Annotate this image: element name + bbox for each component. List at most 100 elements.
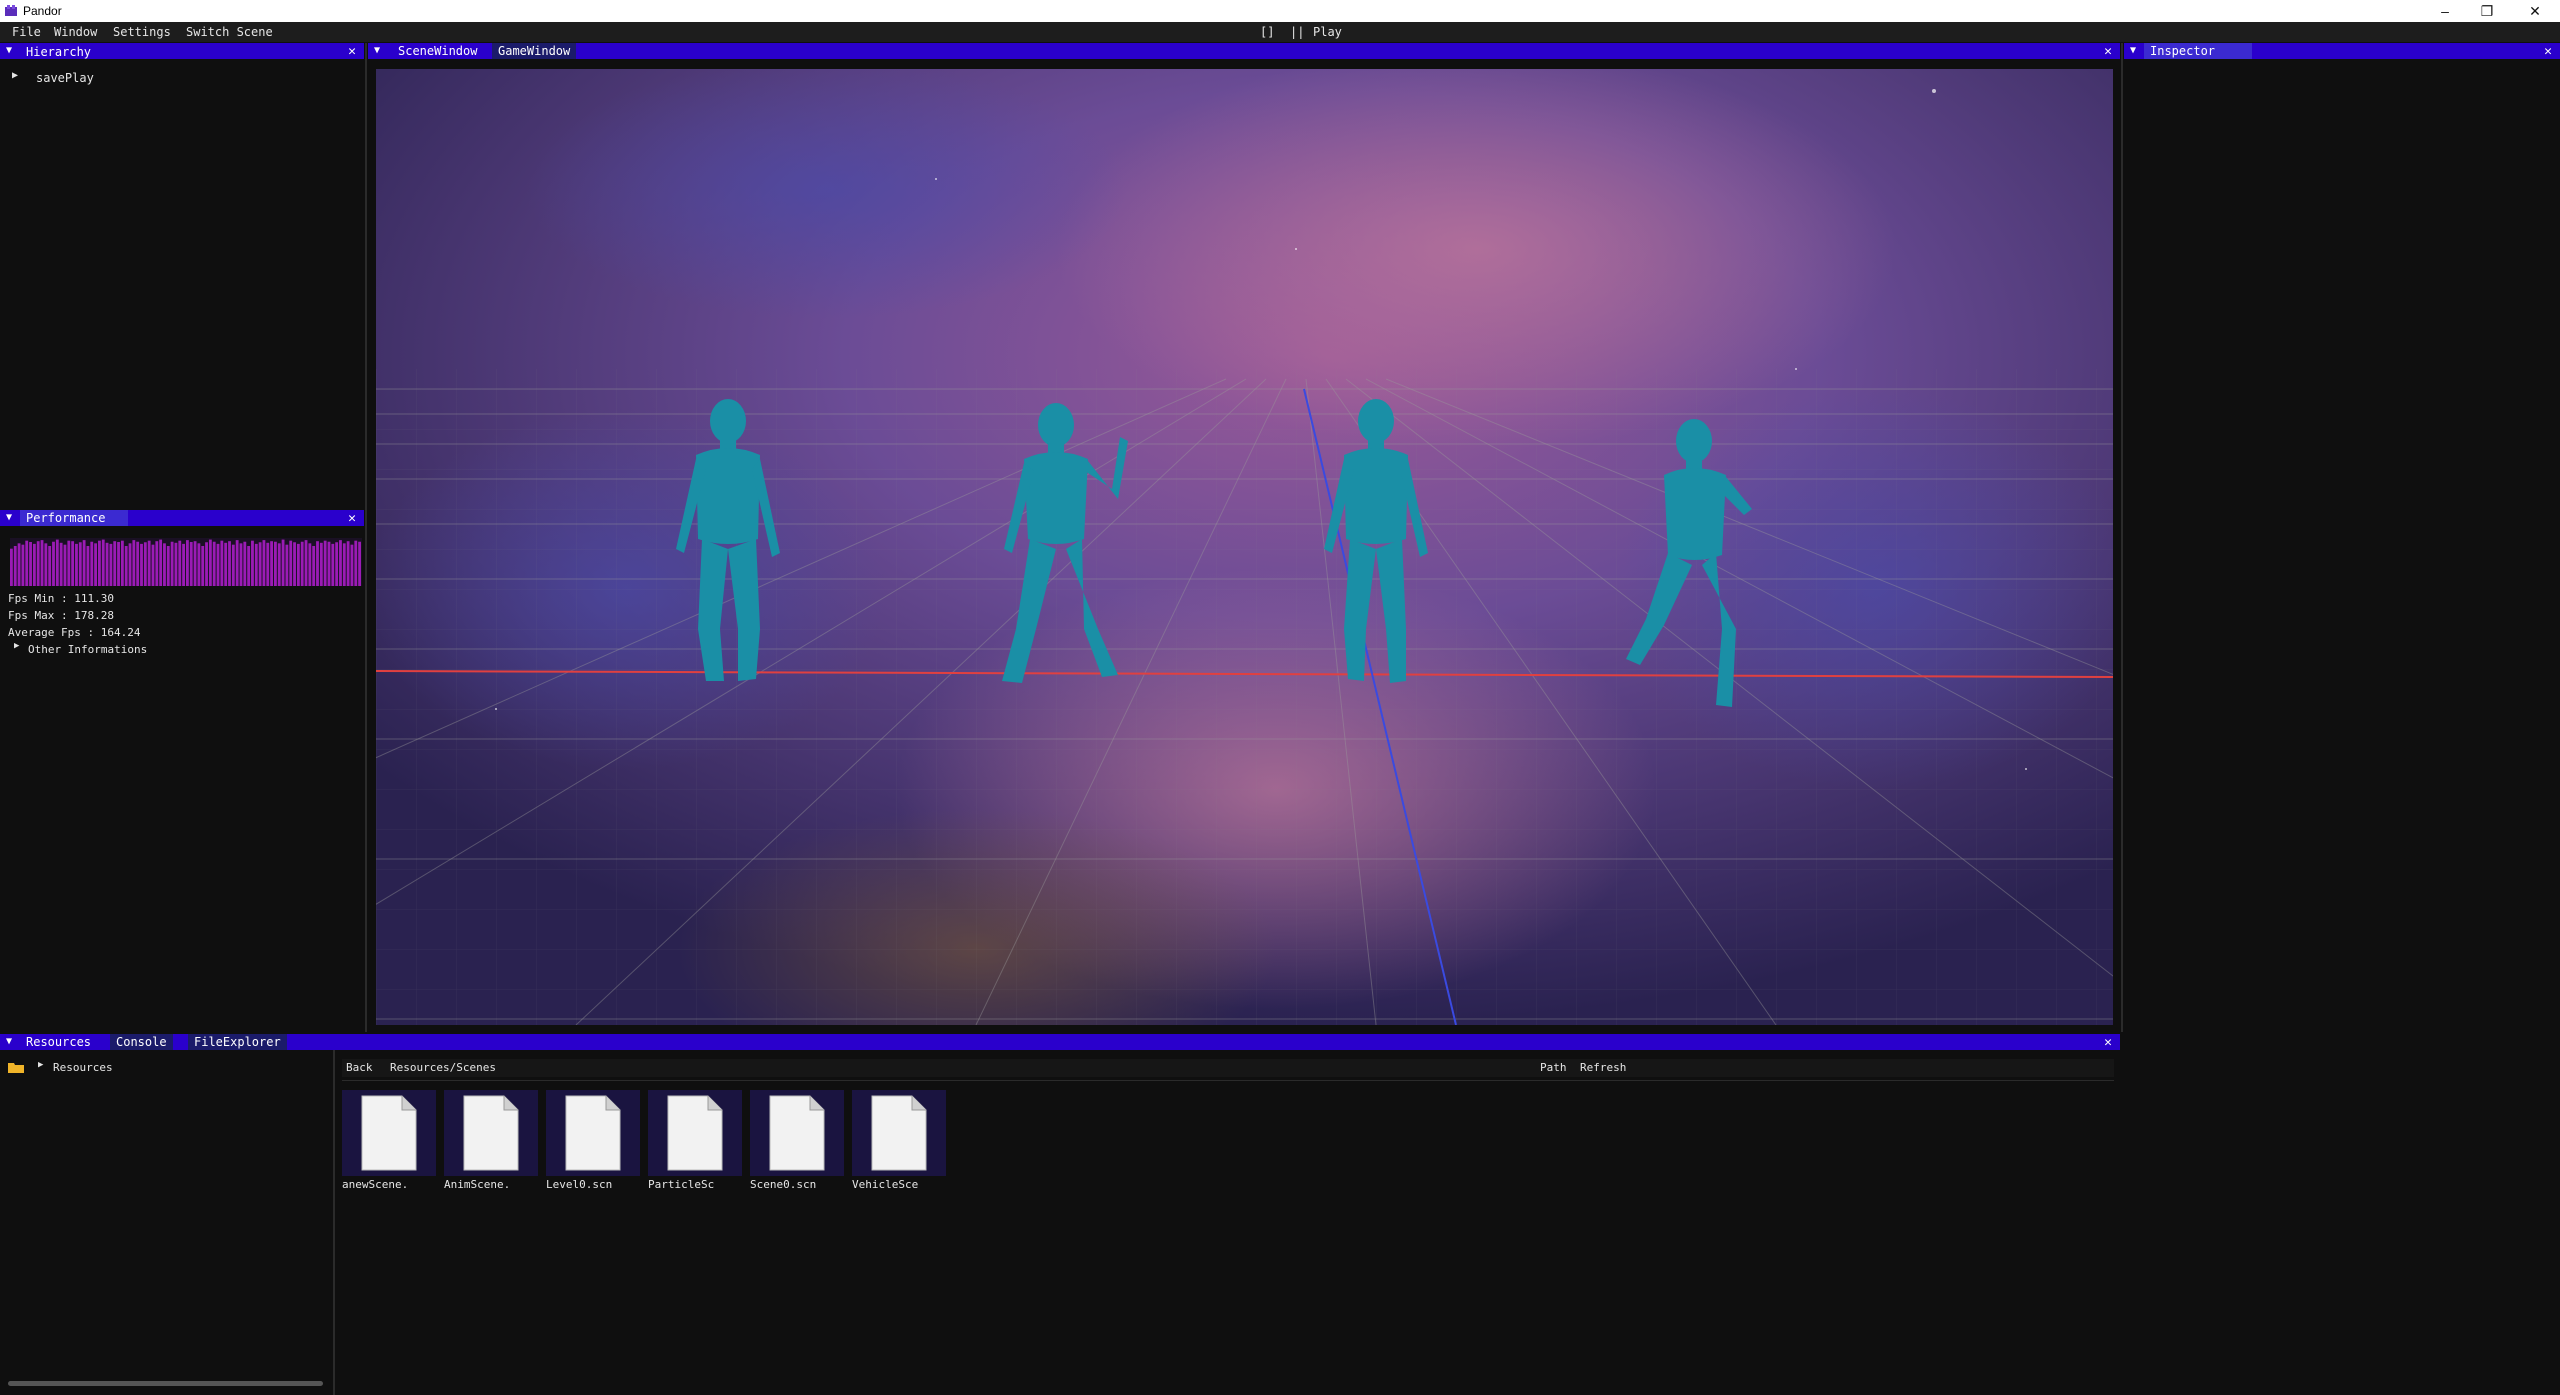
close-icon[interactable]: ✕ xyxy=(348,44,356,59)
close-icon[interactable]: ✕ xyxy=(2104,1035,2112,1050)
fps-bar xyxy=(29,542,32,586)
refresh-button[interactable]: Refresh xyxy=(1580,1061,1626,1074)
minimize-button[interactable]: – xyxy=(2425,1,2465,21)
close-icon[interactable]: ✕ xyxy=(348,511,356,526)
fps-bar xyxy=(182,543,185,586)
collapse-icon[interactable]: ▼ xyxy=(2130,45,2136,56)
menu-file[interactable]: File xyxy=(12,25,41,39)
file-name: anewScene. xyxy=(342,1178,409,1191)
fps-bar xyxy=(289,540,293,586)
splitter[interactable] xyxy=(333,1050,335,1395)
fps-bar xyxy=(274,541,277,586)
file-tile[interactable]: Scene0.scn xyxy=(750,1090,846,1191)
menu-window[interactable]: Window xyxy=(54,25,97,39)
fps-bar xyxy=(105,542,109,586)
fps-bar xyxy=(25,540,29,586)
document-icon xyxy=(565,1095,621,1171)
path-button[interactable]: Path xyxy=(1540,1061,1567,1074)
fps-bar xyxy=(235,540,239,586)
play-button[interactable]: Play xyxy=(1313,25,1342,39)
close-icon[interactable]: ✕ xyxy=(2104,44,2112,59)
tab-gamewindow[interactable]: GameWindow xyxy=(492,43,577,59)
fps-bar xyxy=(94,543,97,586)
tab-resources[interactable]: Resources xyxy=(20,1034,97,1050)
maximize-button[interactable]: ❐ xyxy=(2467,1,2507,21)
fps-bar xyxy=(170,541,174,586)
close-icon[interactable]: ✕ xyxy=(2544,44,2552,59)
splitter[interactable] xyxy=(365,43,367,1032)
back-button[interactable]: Back xyxy=(346,1061,373,1074)
fps-bar xyxy=(312,546,316,586)
fps-bar xyxy=(90,541,94,586)
collapse-icon[interactable]: ▼ xyxy=(6,45,12,56)
fps-min: Fps Min : 111.30 xyxy=(8,592,114,605)
stop-button[interactable]: [] xyxy=(1260,25,1274,39)
file-tile[interactable]: AnimScene. xyxy=(444,1090,540,1191)
file-tile[interactable]: ParticleSc xyxy=(648,1090,744,1191)
fps-bar xyxy=(258,542,262,586)
divider xyxy=(342,1080,2114,1081)
viewport-header: ▼ SceneWindow GameWindow ✕ xyxy=(368,43,2120,59)
fps-bar xyxy=(228,541,231,586)
fps-bar xyxy=(293,542,296,586)
fps-bar xyxy=(109,543,113,586)
fps-bar xyxy=(48,546,52,586)
performance-panel: ▼ Performance ✕ Fps Min : 111.30 Fps Max… xyxy=(0,510,364,1032)
menu-settings[interactable]: Settings xyxy=(113,25,171,39)
tab-console[interactable]: Console xyxy=(110,1034,173,1050)
fps-bar xyxy=(224,542,228,586)
fps-bar xyxy=(159,539,163,586)
fps-bar xyxy=(143,542,147,586)
fps-bar xyxy=(201,546,205,586)
expand-arrow-icon[interactable]: ▶ xyxy=(12,70,18,81)
fps-max: Fps Max : 178.28 xyxy=(8,609,114,622)
hierarchy-panel: ▼ Hierarchy ✕ ▶ savePlay xyxy=(0,43,364,508)
document-icon xyxy=(871,1095,927,1171)
expand-arrow-icon[interactable]: ▶ xyxy=(38,1060,43,1070)
menu-switch-scene[interactable]: Switch Scene xyxy=(186,25,273,39)
close-window-button[interactable]: ✕ xyxy=(2515,1,2555,21)
inspector-panel: ▼ Inspector ✕ xyxy=(2124,43,2560,1032)
collapse-icon[interactable]: ▼ xyxy=(6,1036,12,1047)
collapse-icon[interactable]: ▼ xyxy=(6,512,12,523)
collapse-icon[interactable]: ▼ xyxy=(374,45,380,56)
fps-bar xyxy=(117,542,120,586)
fps-bar xyxy=(36,541,40,586)
current-path: Resources/Scenes xyxy=(390,1061,496,1074)
fps-bar xyxy=(63,544,67,586)
tab-fileexplorer[interactable]: FileExplorer xyxy=(188,1034,287,1050)
game-viewport[interactable] xyxy=(376,69,2113,1025)
document-icon xyxy=(361,1095,417,1171)
fps-bar xyxy=(44,543,48,586)
fps-bar xyxy=(78,542,82,586)
fps-bar xyxy=(300,541,304,586)
fps-bar xyxy=(17,543,21,586)
resources-header: ▼ Resources Console FileExplorer ✕ xyxy=(0,1034,2120,1050)
fps-bar xyxy=(163,543,166,586)
expand-arrow-icon[interactable]: ▶ xyxy=(14,641,19,651)
inspector-header: ▼ Inspector ✕ xyxy=(2124,43,2560,59)
other-informations-node[interactable]: Other Informations xyxy=(28,643,147,656)
splitter[interactable] xyxy=(2121,43,2123,1032)
hierarchy-header: ▼ Hierarchy ✕ xyxy=(0,43,364,59)
document-icon xyxy=(667,1095,723,1171)
hierarchy-item-saveplay[interactable]: savePlay xyxy=(36,71,94,85)
file-name: ParticleSc xyxy=(648,1178,715,1191)
file-thumb xyxy=(852,1090,946,1176)
fps-bar xyxy=(59,542,63,586)
file-tile[interactable]: anewScene. xyxy=(342,1090,438,1191)
file-grid: anewScene. AnimScene. Level0.scn ParticleSc… xyxy=(342,1090,2114,1191)
file-thumb xyxy=(342,1090,436,1176)
fps-bar xyxy=(82,540,86,586)
tree-item-resources[interactable]: Resources xyxy=(53,1061,113,1074)
file-tile[interactable]: Level0.scn xyxy=(546,1090,642,1191)
fps-bar xyxy=(304,540,308,586)
fps-bar xyxy=(216,543,220,586)
fps-bar xyxy=(358,541,361,586)
fps-bar xyxy=(339,540,342,586)
horizontal-scrollbar[interactable] xyxy=(8,1381,323,1386)
pause-button[interactable]: || xyxy=(1290,25,1304,39)
tab-scenewindow[interactable]: SceneWindow xyxy=(392,43,483,59)
file-tile[interactable]: VehicleSce xyxy=(852,1090,948,1191)
fps-bar xyxy=(32,543,36,586)
